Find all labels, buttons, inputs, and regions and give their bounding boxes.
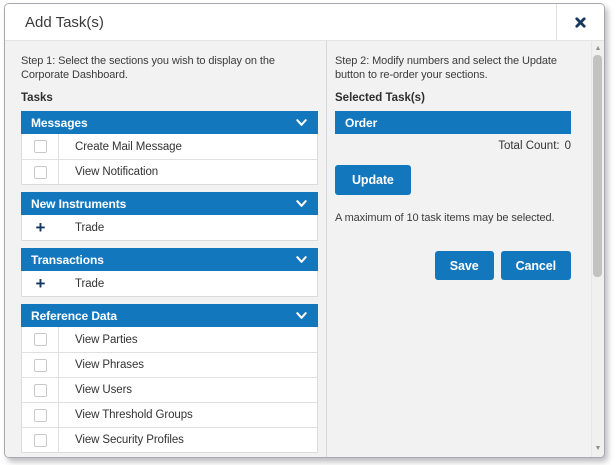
chevron-down-icon [295,197,308,210]
task-checkbox[interactable] [34,140,47,153]
task-section: Messages Create Mail Message View Notific… [21,111,318,185]
dialog-titlebar: Add Task(s) [5,4,604,41]
task-section: Reference Data View PartiesView PhrasesV… [21,304,318,453]
action-buttons: Save Cancel [335,251,571,280]
save-button[interactable]: Save [435,251,494,280]
checkbox-cell [22,403,59,427]
selected-tasks-heading: Selected Task(s) [335,92,571,104]
task-label: Trade [59,278,104,290]
scroll-up-icon[interactable]: ▲ [592,43,604,55]
task-row: View Notification [22,159,317,184]
add-cell: + [22,215,59,240]
chevron-down-icon [295,309,308,322]
task-label: View Threshold Groups [59,409,193,421]
task-row: + Trade [22,215,317,240]
task-row: View Users [22,377,317,402]
add-tasks-dialog: Add Task(s) Step 1: Select the sections … [4,3,605,458]
checkbox-cell [22,160,59,184]
task-section: Transactions + Trade [21,248,318,297]
section-title: New Instruments [31,197,295,211]
section-title: Reference Data [31,309,295,323]
scroll-down-icon[interactable]: ▼ [592,443,604,455]
order-header[interactable]: Order [335,111,571,134]
section-title: Transactions [31,253,295,267]
chevron-down-icon [295,116,308,129]
total-count-label: Total Count: [498,140,559,152]
task-row: View Parties [22,327,317,352]
section-rows: + Trade [21,271,318,297]
task-label: View Security Profiles [59,434,184,446]
total-count: Total Count: 0 [335,140,571,152]
step1-text: Step 1: Select the sections you wish to … [21,54,318,82]
left-pane: Step 1: Select the sections you wish to … [5,41,327,457]
plus-icon[interactable]: + [36,277,46,290]
task-row: View Phrases [22,352,317,377]
close-button[interactable] [556,4,604,40]
checkbox-cell [22,353,59,377]
add-cell: + [22,271,59,296]
chevron-down-icon [295,253,308,266]
task-sections: Messages Create Mail Message View Notific… [21,111,318,453]
section-rows: View Parties View Phrases View Users View T… [21,327,318,453]
plus-icon[interactable]: + [36,221,46,234]
scrollbar[interactable]: ▲ ▼ [591,41,604,457]
task-label: View Users [59,384,132,396]
task-checkbox[interactable] [34,333,47,346]
task-checkbox[interactable] [34,434,47,447]
section-header[interactable]: Transactions [21,248,318,271]
tasks-heading: Tasks [21,92,318,104]
task-label: View Notification [59,166,158,178]
scrollbar-thumb[interactable] [593,55,602,277]
task-label: Create Mail Message [59,141,182,153]
right-pane: Step 2: Modify numbers and select the Up… [327,41,604,457]
checkbox-cell [22,378,59,402]
section-rows: + Trade [21,215,318,241]
task-label: View Parties [59,334,138,346]
cancel-button[interactable]: Cancel [501,251,571,280]
section-rows: Create Mail Message View Notification [21,134,318,185]
task-label: View Phrases [59,359,144,371]
dialog-body: Step 1: Select the sections you wish to … [5,41,604,457]
section-header[interactable]: Messages [21,111,318,134]
checkbox-cell [22,134,59,159]
close-icon [575,17,586,28]
task-row: View Security Profiles [22,427,317,452]
order-header-label: Order [345,116,561,130]
task-checkbox[interactable] [34,384,47,397]
task-row: + Trade [22,271,317,296]
update-button[interactable]: Update [335,165,411,195]
max-items-note: A maximum of 10 task items may be select… [335,212,571,224]
section-header[interactable]: Reference Data [21,304,318,327]
step2-text: Step 2: Modify numbers and select the Up… [335,54,571,82]
task-label: Trade [59,222,104,234]
dialog-title: Add Task(s) [5,14,556,31]
task-checkbox[interactable] [34,409,47,422]
task-row: Create Mail Message [22,134,317,159]
checkbox-cell [22,327,59,352]
task-checkbox[interactable] [34,166,47,179]
section-header[interactable]: New Instruments [21,192,318,215]
task-section: New Instruments + Trade [21,192,318,241]
section-title: Messages [31,116,295,130]
checkbox-cell [22,428,59,452]
task-row: View Threshold Groups [22,402,317,427]
total-count-value: 0 [565,140,571,152]
task-checkbox[interactable] [34,359,47,372]
